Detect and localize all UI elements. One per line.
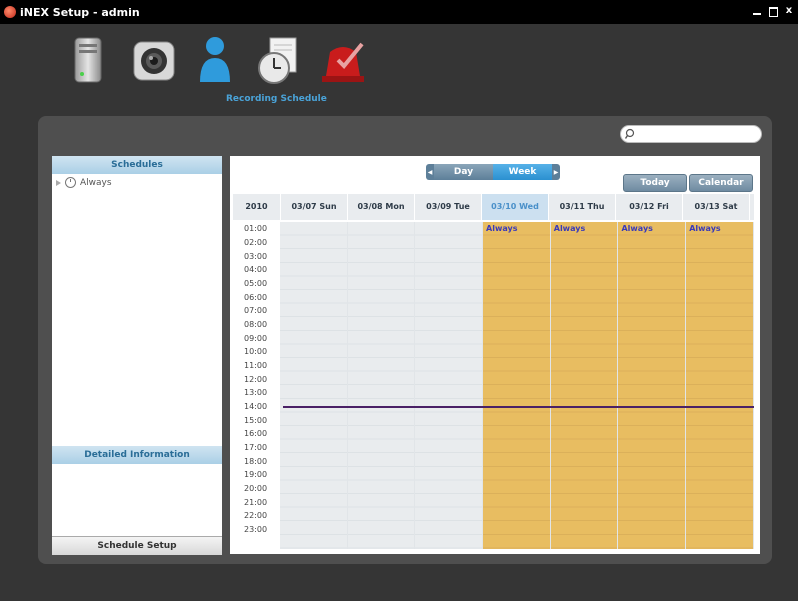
current-time-line (283, 406, 754, 408)
window-titlebar: iNEX Setup - admin x (0, 0, 798, 24)
search-input[interactable] (620, 125, 762, 143)
time-label: 03:00 (244, 252, 268, 261)
today-button[interactable]: Today (623, 174, 687, 192)
event-label-always[interactable]: Always (621, 224, 652, 233)
time-label: 22:00 (244, 511, 268, 520)
day-header[interactable]: 03/11 Thu (549, 194, 616, 220)
event-label-always[interactable]: Always (689, 224, 720, 233)
prev-arrow-icon[interactable]: ◀ (426, 164, 434, 180)
time-label: 01:00 (244, 224, 268, 233)
clock-document-icon[interactable] (256, 36, 300, 86)
alarm-icon[interactable] (318, 36, 368, 86)
calendar-pane: ◀ Day Week ▶ Today Calendar 2010 03/07 S… (230, 156, 760, 554)
camera-icon[interactable] (132, 40, 176, 82)
time-label: 10:00 (244, 347, 268, 356)
day-column-tue[interactable] (415, 222, 484, 549)
day-column-sat[interactable]: Always (686, 222, 754, 549)
time-label: 14:00 (244, 402, 268, 411)
week-view-button[interactable]: Week (493, 164, 552, 180)
calendar-header-row: 2010 03/07 Sun 03/08 Mon 03/09 Tue 03/10… (233, 194, 754, 220)
day-header[interactable]: 03/07 Sun (281, 194, 348, 220)
schedules-pane: Schedules Always Detailed Information Sc… (52, 156, 222, 555)
day-header[interactable]: 03/12 Fri (616, 194, 683, 220)
time-label: 02:00 (244, 238, 268, 247)
day-column-mon[interactable] (347, 222, 416, 549)
day-header[interactable]: 03/09 Tue (415, 194, 482, 220)
server-icon[interactable] (73, 36, 103, 84)
time-label: 20:00 (244, 484, 268, 493)
day-column-sun[interactable] (279, 222, 348, 549)
close-button[interactable]: x (784, 5, 794, 17)
time-label: 23:00 (244, 525, 268, 534)
time-label: 21:00 (244, 498, 268, 507)
time-label: 13:00 (244, 388, 268, 397)
time-label: 08:00 (244, 320, 268, 329)
time-label: 07:00 (244, 306, 268, 315)
time-label: 16:00 (244, 429, 268, 438)
day-column-wed[interactable]: Always (483, 222, 551, 549)
time-label: 17:00 (244, 443, 268, 452)
time-label: 19:00 (244, 470, 268, 479)
day-view-button[interactable]: Day (434, 164, 493, 180)
expand-triangle-icon[interactable] (56, 179, 61, 186)
calendar-button[interactable]: Calendar (689, 174, 753, 192)
minimize-button[interactable] (752, 5, 762, 17)
day-column-fri[interactable]: Always (618, 222, 687, 549)
day-column-thu[interactable]: Always (550, 222, 619, 549)
event-label-always[interactable]: Always (554, 224, 585, 233)
event-label-always[interactable]: Always (486, 224, 517, 233)
app-logo-icon (4, 6, 16, 18)
next-arrow-icon[interactable]: ▶ (552, 164, 560, 180)
time-label: 15:00 (244, 416, 268, 425)
active-section-label: Recording Schedule (226, 94, 327, 104)
time-label: 12:00 (244, 375, 268, 384)
view-switcher: ◀ Day Week ▶ (426, 164, 560, 180)
maximize-button[interactable] (768, 5, 778, 17)
time-label: 06:00 (244, 293, 268, 302)
calendar-grid: 01:00 02:00 03:00 04:00 05:00 06:00 07:0… (233, 222, 754, 549)
time-label: 18:00 (244, 457, 268, 466)
year-header: 2010 (233, 194, 281, 220)
time-label: 04:00 (244, 265, 268, 274)
schedule-setup-button[interactable]: Schedule Setup (52, 536, 222, 555)
day-header[interactable]: 03/13 Sat (683, 194, 750, 220)
tree-item-always[interactable]: Always (56, 177, 112, 188)
clock-icon (65, 177, 76, 188)
time-axis: 01:00 02:00 03:00 04:00 05:00 06:00 07:0… (233, 222, 280, 549)
schedules-header: Schedules (52, 156, 222, 174)
detailed-info-header: Detailed Information (52, 446, 222, 464)
day-header-today[interactable]: 03/10 Wed (482, 194, 549, 220)
window-title: iNEX Setup - admin (20, 5, 140, 19)
time-label: 11:00 (244, 361, 268, 370)
user-icon[interactable] (196, 36, 234, 84)
window-controls: x (752, 5, 794, 17)
tree-item-label: Always (80, 177, 112, 188)
search-icon (625, 128, 635, 139)
time-label: 09:00 (244, 334, 268, 343)
time-label: 05:00 (244, 279, 268, 288)
day-header[interactable]: 03/08 Mon (348, 194, 415, 220)
